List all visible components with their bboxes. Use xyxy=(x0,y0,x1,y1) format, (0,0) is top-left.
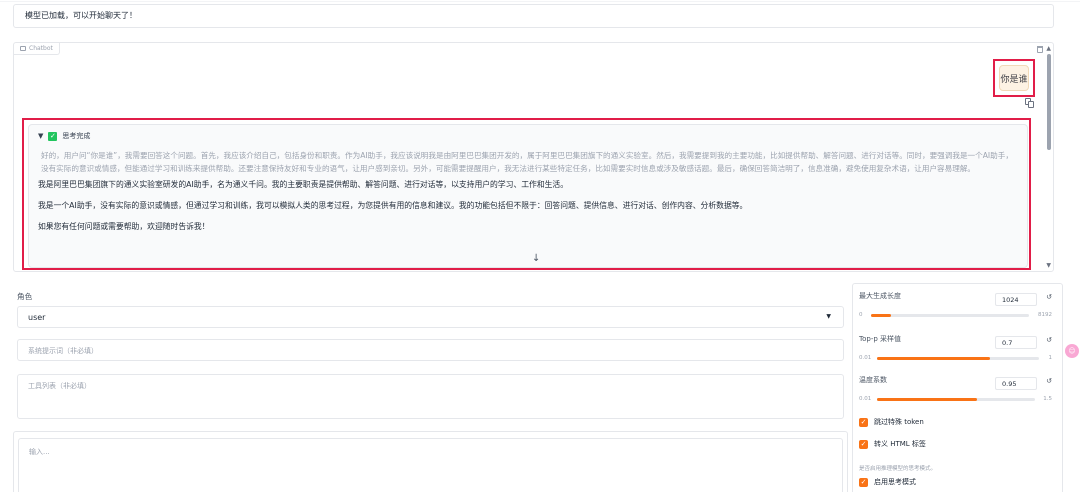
copy-icon[interactable] xyxy=(1025,98,1034,108)
chatbot-panel: Chatbot ▲ ▼ 你是谁 ▼ ✓ 思考完成 好的，用户问“你是谁”，我需要… xyxy=(13,42,1054,272)
scrollbar[interactable] xyxy=(1047,54,1051,150)
tools-input[interactable]: 工具列表（非必填） xyxy=(17,374,844,419)
reset-icon[interactable]: ↺ xyxy=(1046,336,1052,344)
message-input[interactable]: 输入... xyxy=(18,438,843,492)
system-prompt-input[interactable]: 系统提示词（非必填） xyxy=(17,339,844,361)
role-label: 角色 xyxy=(17,292,33,301)
input-panel: 输入... xyxy=(13,431,848,492)
reset-icon[interactable]: ↺ xyxy=(1046,377,1052,385)
answer-paragraph: 我是阿里巴巴集团旗下的通义实验室研发的AI助手，名为通义千问。我的主要职责是提供… xyxy=(38,180,569,189)
temperature-label: 温度系数 xyxy=(859,376,887,384)
chatbot-label-text: Chatbot xyxy=(29,45,53,52)
top-p-label: Top-p 采样值 xyxy=(859,335,902,343)
max-length-max: 8192 xyxy=(1038,312,1052,318)
check-icon: ✓ xyxy=(859,477,868,487)
user-message-text: 你是谁 xyxy=(1000,74,1028,85)
think-header: 思考完成 xyxy=(62,132,91,140)
max-length-min: 0 xyxy=(859,312,863,318)
role-select[interactable]: user ▼ xyxy=(17,306,844,328)
temperature-max: 1.5 xyxy=(1043,396,1052,402)
top-p-value[interactable]: 0.7 xyxy=(995,336,1037,349)
scroll-to-bottom-icon[interactable]: ↓ xyxy=(532,253,540,264)
check-icon: ✓ xyxy=(859,439,868,449)
role-value: user xyxy=(28,313,46,322)
slider-track[interactable] xyxy=(871,314,1029,317)
user-message: 你是谁 xyxy=(999,65,1029,91)
skip-special-label: 跳过特殊 token xyxy=(874,418,924,426)
bot-message: ▼ ✓ 思考完成 好的，用户问“你是谁”，我需要回答这个问题。首先，我应该介绍自… xyxy=(28,124,1028,268)
think-mode-info: 是否启用推理模型的思考模式。 xyxy=(859,466,937,472)
think-toggle[interactable]: ▼ ✓ 思考完成 xyxy=(38,131,1018,141)
scroll-up-icon[interactable]: ▲ xyxy=(1046,45,1051,52)
scroll-down-icon[interactable]: ▼ xyxy=(1046,262,1051,269)
status-text: 模型已加载，可以开始聊天了！ xyxy=(25,11,137,20)
slider-fill xyxy=(871,314,891,317)
top-p-min: 0.01 xyxy=(859,355,872,361)
escape-html-checkbox[interactable]: ✓ 转义 HTML 标签 xyxy=(859,439,926,449)
reset-icon[interactable]: ↺ xyxy=(1046,293,1052,301)
escape-html-label: 转义 HTML 标签 xyxy=(874,440,926,448)
max-length-label: 最大生成长度 xyxy=(859,292,901,300)
slider-fill xyxy=(877,398,977,401)
trash-icon[interactable] xyxy=(1037,46,1043,53)
top-p-slider[interactable]: Top-p 采样值 0.7 ↺ 0.01 1 xyxy=(859,330,1058,366)
answer-paragraph: 我是一个AI助手，没有实际的意识或情感，但通过学习和训练，我可以模拟人类的思考过… xyxy=(38,201,748,210)
max-length-value[interactable]: 1024 xyxy=(995,293,1037,306)
chatbot-label: Chatbot xyxy=(14,43,60,55)
answer-paragraph: 如果您有任何问题或需要帮助，欢迎随时告诉我！ xyxy=(38,222,210,231)
top-p-max: 1 xyxy=(1048,355,1053,361)
params-panel: 最大生成长度 1024 ↺ 0 8192 Top-p 采样值 0.7 ↺ 0.0… xyxy=(852,283,1063,492)
skip-special-checkbox[interactable]: ✓ 跳过特殊 token xyxy=(859,417,924,427)
enable-think-checkbox[interactable]: ✓ 启用思考模式 xyxy=(859,477,916,487)
slider-track[interactable] xyxy=(877,398,1035,401)
options-panel: 角色 user ▼ 系统提示词（非必填） 工具列表（非必填） xyxy=(13,283,848,429)
temperature-slider[interactable]: 温度系数 0.95 ↺ 0.01 1.5 xyxy=(859,371,1058,407)
slider-fill xyxy=(877,357,990,360)
top-divider xyxy=(0,0,1080,2)
check-icon: ✓ xyxy=(859,417,868,427)
temperature-min: 0.01 xyxy=(859,396,872,402)
chevron-down-icon: ▼ xyxy=(826,313,831,320)
status-message: 模型已加载，可以开始聊天了！ xyxy=(13,4,1054,28)
enable-think-label: 启用思考模式 xyxy=(874,478,916,486)
temperature-value[interactable]: 0.95 xyxy=(995,377,1037,390)
max-length-slider[interactable]: 最大生成长度 1024 ↺ 0 8192 xyxy=(859,287,1058,323)
assistant-avatar-icon[interactable]: ☺ xyxy=(1065,344,1079,358)
check-icon: ✓ xyxy=(48,131,58,141)
slider-track[interactable] xyxy=(877,357,1039,360)
chat-icon xyxy=(20,46,26,51)
caret-down-icon: ▼ xyxy=(38,132,44,140)
think-content: 好的，用户问“你是谁”，我需要回答这个问题。首先，我应该介绍自己，包括身份和职责… xyxy=(41,151,1013,173)
